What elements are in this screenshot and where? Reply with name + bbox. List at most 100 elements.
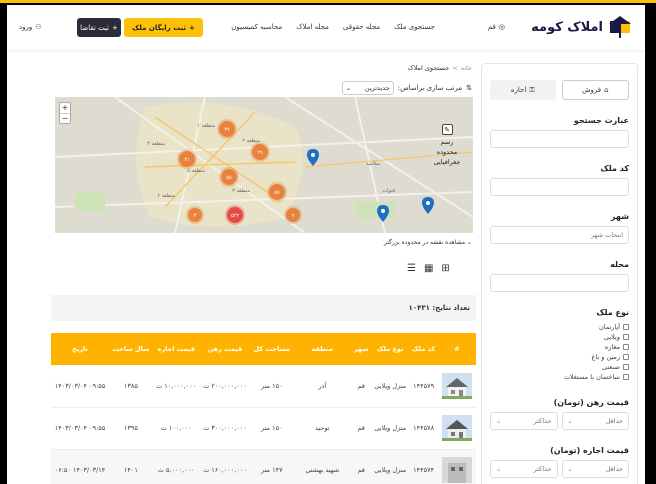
- sale-tab[interactable]: ⌂ فروش: [561, 80, 629, 100]
- cell-deposit: ۱۶۰,۰۰۰,۰۰۰ ت: [199, 449, 251, 484]
- row-thumbnail[interactable]: [438, 365, 476, 408]
- table-row[interactable]: ۱۴۴۵۷۴ منزل ویلایی قم شهید بهشتی ۱۴۷ متر…: [51, 449, 476, 484]
- type-option[interactable]: زمین و باغ: [490, 352, 629, 362]
- type-option-label: آپارتمان: [598, 323, 620, 331]
- col-rent[interactable]: قیمت اجاره: [152, 333, 200, 365]
- draw-area-tool[interactable]: ✎ رسم محدوده جغرافیایی: [427, 124, 467, 167]
- rent-tab[interactable]: ⚿ اجاره: [490, 80, 556, 100]
- deposit-label: قیمت رهن (تومان): [553, 398, 629, 407]
- house-photo-icon: [442, 372, 472, 399]
- col-deposit[interactable]: قیمت رهن: [199, 333, 251, 365]
- cell-date: ۰۹:۵۵ ۱۴۰۳/۰۳/۰۴: [51, 407, 109, 450]
- zoom-out-button[interactable]: −: [60, 113, 70, 124]
- breadcrumb-separator: >: [452, 64, 458, 72]
- cell-city: قم: [351, 407, 372, 450]
- map-cluster[interactable]: ۳: [186, 206, 204, 224]
- free-listing-button[interactable]: + ثبت رایگان ملک: [124, 18, 203, 37]
- search-input[interactable]: [490, 130, 629, 148]
- rent-max-select[interactable]: حداکثر ⌄: [490, 460, 558, 478]
- type-option[interactable]: ویلایی: [490, 332, 629, 342]
- type-option[interactable]: مغازه: [490, 342, 629, 352]
- cell-type: منزل ویلایی: [371, 365, 410, 408]
- row-thumbnail[interactable]: [438, 449, 476, 484]
- map-cluster[interactable]: ۵۷: [267, 182, 287, 202]
- deal-type-toggle: ⌂ فروش ⚿ اجاره: [490, 80, 629, 100]
- type-option[interactable]: آپارتمان: [490, 322, 629, 332]
- map-label: منطقه ۴: [147, 141, 165, 147]
- city-selector[interactable]: ◎ قم: [488, 23, 505, 31]
- map-canvas: منطقه ۴ منطقه ۵ منطقه ۶ منطقه ۳ منطقه ۲ …: [55, 97, 473, 233]
- cluster-count: ۵۲۲: [231, 213, 239, 219]
- map-cluster[interactable]: ۵۸: [219, 167, 239, 187]
- col-date[interactable]: تاریخ: [51, 333, 109, 365]
- checkbox[interactable]: [623, 334, 629, 340]
- rent-range: حداقل ⌄ حداکثر ⌄: [490, 460, 629, 478]
- rent-label: اجاره: [510, 86, 527, 94]
- deposit-range: حداقل ⌄ حداکثر ⌄: [490, 412, 629, 430]
- deposit-max-select[interactable]: حداکثر ⌄: [490, 412, 558, 430]
- city-name: قم: [487, 23, 496, 31]
- col-year[interactable]: سال ساخت: [109, 333, 153, 365]
- checkbox[interactable]: [623, 324, 629, 330]
- cell-date: ۱۴۰۳/۰۳/۱۴ ۰۶:۵۰: [51, 449, 109, 484]
- list-view-icon[interactable]: ☰: [407, 263, 416, 274]
- nav-search-property[interactable]: جستجوی ملک: [394, 23, 435, 31]
- nav-property-magazine[interactable]: مجله املاک: [296, 23, 329, 31]
- sort-label: مرتب سازی براساس:: [397, 84, 463, 92]
- area-input[interactable]: [490, 274, 629, 292]
- sort-value: جدیدترین: [364, 84, 390, 92]
- cell-size: ۱۵۰ متر: [250, 407, 294, 450]
- chevron-down-icon: ⌄: [567, 417, 573, 425]
- checkbox[interactable]: [623, 354, 629, 360]
- cell-city: قم: [351, 365, 372, 408]
- tile-view-icon[interactable]: ▦: [424, 263, 433, 274]
- rent-price-label: قیمت اجاره (تومان): [550, 446, 629, 455]
- cell-year: ۱۳۹۵: [109, 407, 153, 450]
- login-label: ورود: [19, 23, 33, 31]
- col-city[interactable]: شهر: [351, 333, 372, 365]
- type-option[interactable]: صنعتی: [490, 362, 629, 372]
- property-map[interactable]: منطقه ۴ منطقه ۵ منطقه ۶ منطقه ۳ منطقه ۲ …: [55, 97, 473, 233]
- row-thumbnail[interactable]: [438, 407, 476, 450]
- col-type[interactable]: نوع ملک: [371, 333, 410, 365]
- code-input[interactable]: [490, 178, 629, 196]
- sort-select[interactable]: جدیدترین ⌄: [341, 81, 394, 95]
- checkbox[interactable]: [623, 344, 629, 350]
- grid-view-icon[interactable]: ⊞: [441, 263, 449, 274]
- cell-deposit: ۲۰۰,۰۰۰,۰۰۰ ت: [199, 365, 251, 408]
- city-select[interactable]: انتخاب شهر: [490, 226, 629, 244]
- cell-type: منزل ویلایی: [371, 407, 410, 450]
- logo[interactable]: املاک کومه: [531, 16, 631, 38]
- map-label: سلامیه: [366, 161, 380, 167]
- login-link[interactable]: ⚇ ورود: [19, 23, 42, 31]
- request-button[interactable]: + ثبت تقاضا: [77, 18, 121, 37]
- filter-sidebar: ⌂ فروش ⚿ اجاره عبارت جستجو کد ملک شهر ان…: [481, 63, 638, 484]
- type-option[interactable]: ساختمان با مستغلات: [490, 372, 629, 382]
- checkbox[interactable]: [623, 374, 629, 380]
- cell-rent: ۱۰۰,۰۰۰ ت: [152, 407, 200, 450]
- table-row[interactable]: ۱۴۴۵۷۹ منزل ویلایی قم آذر ۱۵۰ متر ۲۰۰,۰۰…: [51, 365, 476, 408]
- zoom-in-button[interactable]: +: [60, 103, 70, 113]
- cluster-count: ۲۹: [257, 150, 263, 156]
- deposit-min-select[interactable]: حداقل ⌄: [561, 412, 629, 430]
- col-size[interactable]: مساحت کل: [250, 333, 294, 365]
- table-row[interactable]: ۱۴۴۵۷۸ منزل ویلایی قم توحید ۱۵۰ متر ۳۰۰,…: [51, 407, 476, 450]
- nav-commission-calculator[interactable]: محاسبه کمیسیون: [231, 23, 282, 31]
- site-header: املاک کومه ◎ قم جستجوی ملک مجله حقوقی مج…: [7, 5, 645, 50]
- col-area[interactable]: منطقه: [293, 333, 352, 365]
- map-cluster[interactable]: ۳۷: [217, 119, 237, 139]
- map-cluster[interactable]: ۳۱: [177, 149, 197, 169]
- cell-year: ۱۳۸۵: [109, 365, 153, 408]
- col-code[interactable]: کد ملک: [409, 333, 438, 365]
- checkbox[interactable]: [623, 364, 629, 370]
- col-index[interactable]: #: [438, 333, 476, 365]
- breadcrumb-home[interactable]: خانه: [461, 64, 472, 72]
- map-cluster[interactable]: ۷: [284, 206, 302, 224]
- bigger-area-link[interactable]: ⌄ مشاهده نقشه در محدوده بزرگتر: [384, 239, 472, 246]
- draw-label-1: رسم: [440, 138, 454, 146]
- map-cluster[interactable]: ۲۹: [250, 142, 270, 162]
- nav-legal-magazine[interactable]: مجله حقوقی: [343, 23, 380, 31]
- chevron-down-icon: ⌄: [496, 465, 502, 473]
- rent-min-select[interactable]: حداقل ⌄: [561, 460, 629, 478]
- map-cluster[interactable]: ۵۲۲: [225, 205, 245, 225]
